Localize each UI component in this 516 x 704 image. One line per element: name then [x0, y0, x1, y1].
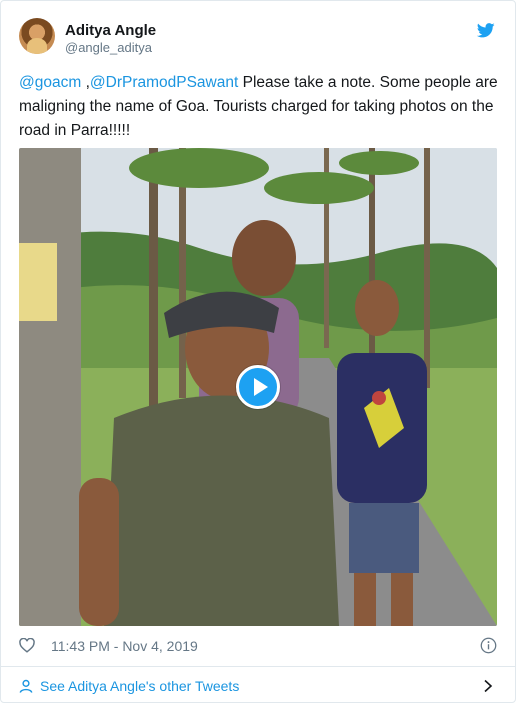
mention-separator: , — [81, 74, 90, 91]
video-player[interactable] — [19, 148, 497, 626]
play-icon[interactable] — [236, 365, 280, 409]
author-name[interactable]: Aditya Angle — [65, 22, 156, 39]
tweet-header: Aditya Angle @angle_aditya — [19, 18, 497, 62]
avatar[interactable] — [19, 18, 55, 54]
mention-drpramodpsawant[interactable]: @DrPramodPSawant — [90, 74, 238, 91]
author-handle[interactable]: @angle_aditya — [65, 40, 152, 55]
timestamp[interactable]: 11:43 PM - Nov 4, 2019 — [51, 638, 198, 654]
tweet-card: Aditya Angle @angle_aditya @goacm ,@DrPr… — [0, 0, 516, 703]
other-tweets-link[interactable]: See Aditya Angle's other Tweets — [40, 678, 239, 694]
twitter-bird-icon[interactable] — [477, 23, 495, 38]
user-icon — [19, 679, 33, 693]
heart-icon[interactable] — [19, 638, 35, 653]
tweet-meta: 11:43 PM - Nov 4, 2019 — [19, 635, 497, 657]
chevron-right-icon[interactable] — [483, 679, 493, 693]
tweet-text: @goacm ,@DrPramodPSawant Please take a n… — [19, 71, 499, 143]
info-icon[interactable] — [480, 637, 497, 654]
tweet-footer[interactable]: See Aditya Angle's other Tweets — [1, 666, 515, 704]
mention-goacm[interactable]: @goacm — [19, 74, 81, 91]
